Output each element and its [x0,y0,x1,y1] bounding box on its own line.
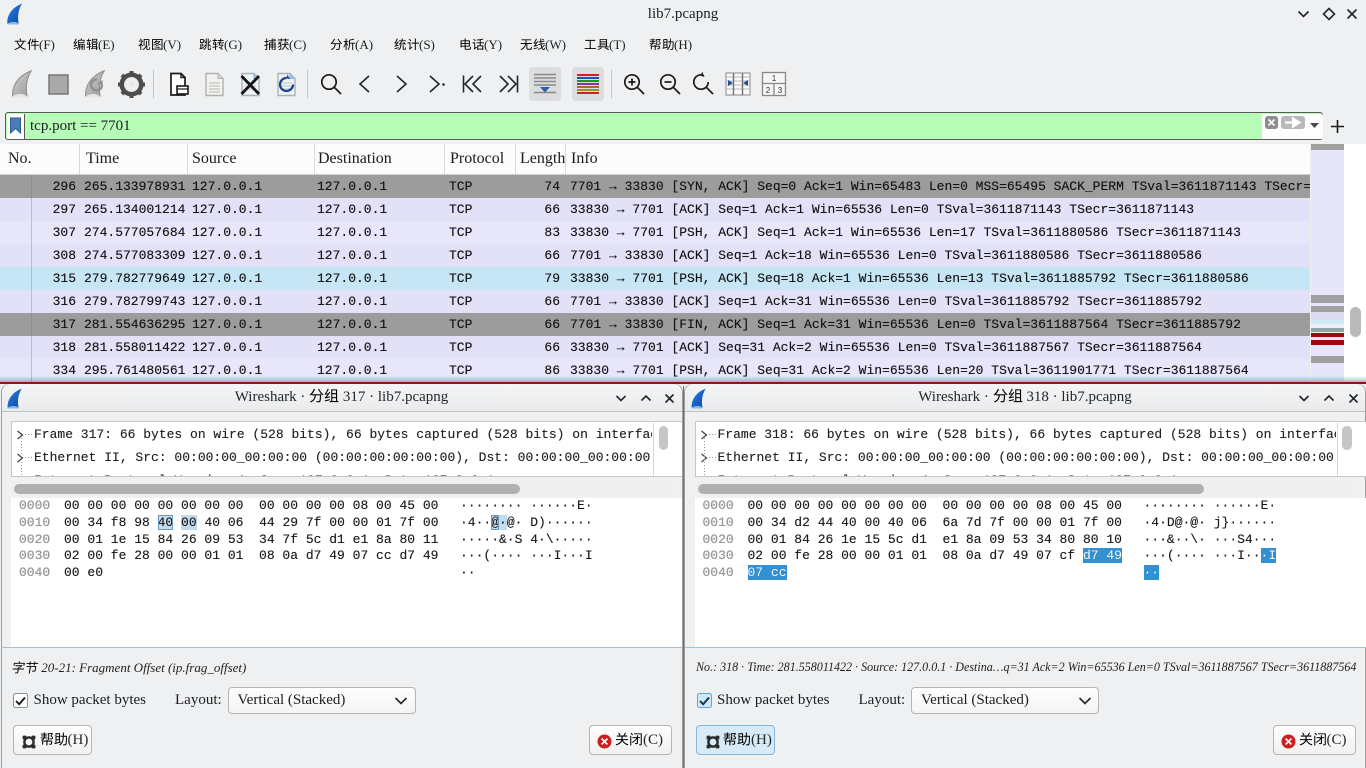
svg-text:2: 2 [766,86,771,95]
svg-text:1: 1 [772,74,777,83]
svg-text:3: 3 [778,86,783,95]
